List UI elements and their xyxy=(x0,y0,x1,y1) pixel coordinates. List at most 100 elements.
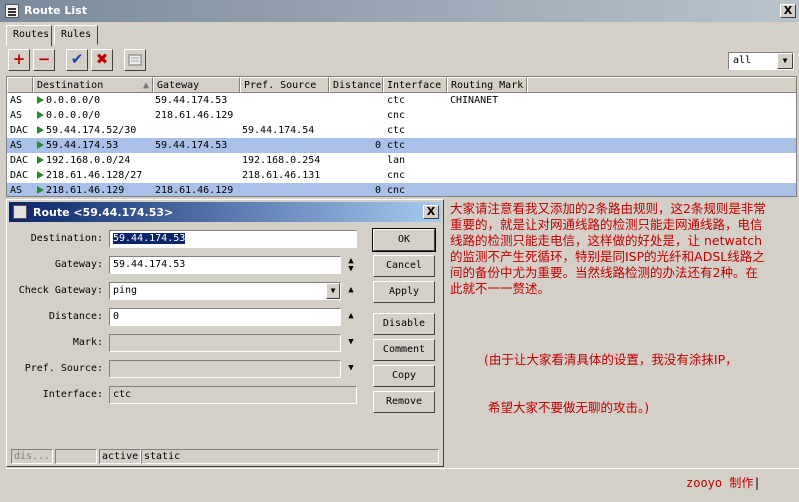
row-interface: lan xyxy=(387,155,406,166)
row-destination: 0.0.0.0/0 xyxy=(37,95,100,106)
tab-rules[interactable]: Rules xyxy=(54,25,98,45)
pref-source-input[interactable] xyxy=(109,360,341,378)
row-destination: 218.61.46.128/27 xyxy=(37,170,142,181)
annotation-line: 此就不一一赘述。 xyxy=(450,281,551,296)
comment-route-button[interactable]: Comment xyxy=(373,339,435,361)
destination-value: 59.44.174.53 xyxy=(113,233,186,244)
remove-route-button[interactable]: Remove xyxy=(373,391,435,413)
check-gateway-value: ping xyxy=(113,285,138,296)
text-cursor: | xyxy=(753,476,761,490)
route-active-icon xyxy=(37,111,44,119)
annotation-line: 大家请注意看我又添加的2条路由规则，这2条规则是非常 xyxy=(450,201,766,216)
route-active-icon xyxy=(37,126,44,134)
row-destination: 59.44.174.52/30 xyxy=(37,125,136,136)
annotation-line: 线路的检测只能走电信，这样做的好处是，让 netwatch xyxy=(450,233,763,248)
window-close-button[interactable]: X xyxy=(780,4,796,18)
mark-label: Mark: xyxy=(72,337,103,348)
row-interface: cnc xyxy=(387,170,406,181)
annotation-subline: (由于让大家看清具体的设置，我没有涂抹IP， xyxy=(484,352,738,367)
ok-button[interactable]: OK xyxy=(372,228,436,252)
filter-value: all xyxy=(733,55,752,66)
chevron-down-icon[interactable]: ▼ xyxy=(326,283,340,299)
annotation-line: 的监测不产生死循环，特别是同ISP的光纤和ADSL线路之 xyxy=(450,249,765,264)
filter-select[interactable]: all ▼ xyxy=(728,52,794,70)
disable-button[interactable]: ✖ xyxy=(91,49,113,71)
table-row[interactable]: AS 59.44.174.53 59.44.174.53 ctc 0 xyxy=(7,138,796,153)
row-destination-value: 218.61.46.129 xyxy=(46,185,125,196)
col-header-distance[interactable]: Distance xyxy=(329,77,383,93)
row-interface: cnc xyxy=(387,185,406,196)
cancel-button[interactable]: Cancel xyxy=(373,255,435,277)
annotation-line: 间的备份中尤为重要。当然线路检测的办法还有2种。在 xyxy=(450,265,758,280)
row-destination-value: 192.168.0.0/24 xyxy=(46,155,131,166)
row-routing-mark: CHINANET xyxy=(450,95,499,106)
row-gateway: 59.44.174.53 xyxy=(155,95,228,106)
status-static: static xyxy=(141,449,439,464)
annotation-line: 重要的，就是让对网通线路的检测只能走网通线路，电信 xyxy=(450,217,763,232)
annotation-subline: 希望大家不要做无聊的攻击。) xyxy=(484,400,650,415)
distance-collapse-icon[interactable]: ▲ xyxy=(345,312,357,321)
col-header-destination-label: Destination xyxy=(37,80,104,91)
interface-input[interactable]: ctc xyxy=(109,386,357,404)
apply-button[interactable]: Apply xyxy=(373,281,435,303)
route-active-icon xyxy=(37,141,44,149)
route-active-icon xyxy=(37,156,44,164)
table-row[interactable]: DAC 192.168.0.0/24 192.168.0.254 lan xyxy=(7,153,796,168)
row-destination: 0.0.0.0/0 xyxy=(37,110,100,121)
table-row[interactable]: DAC 59.44.174.52/30 59.44.174.54 ctc xyxy=(7,123,796,138)
table-row[interactable]: AS 0.0.0.0/0 218.61.46.129 cnc xyxy=(7,108,796,123)
comment-button[interactable] xyxy=(124,49,146,71)
comment-icon xyxy=(128,54,142,66)
row-destination-value: 59.44.174.53 xyxy=(46,140,119,151)
bottom-status-bar xyxy=(6,468,799,496)
gateway-updown-icon[interactable]: ▲ ▼ xyxy=(345,257,357,274)
col-header-routing-mark[interactable]: Routing Mark xyxy=(447,77,527,93)
mark-input[interactable] xyxy=(109,334,341,352)
distance-input[interactable]: 0 xyxy=(109,308,341,326)
mark-expand-icon[interactable]: ▼ xyxy=(345,338,357,347)
destination-input[interactable]: 59.44.174.53 xyxy=(109,230,357,248)
enable-button[interactable]: ✔ xyxy=(66,49,88,71)
route-active-icon xyxy=(37,171,44,179)
pref-source-label: Pref. Source: xyxy=(24,363,103,374)
remove-button[interactable]: − xyxy=(33,49,55,71)
gateway-input[interactable]: 59.44.174.53 xyxy=(109,256,341,274)
pref-source-expand-icon[interactable]: ▼ xyxy=(345,364,357,373)
col-header-blank xyxy=(527,77,796,93)
tab-routes[interactable]: Routes xyxy=(6,25,52,46)
toolbar: + − ✔ ✖ xyxy=(6,46,799,74)
row-flags: DAC xyxy=(10,125,29,136)
disable-route-button[interactable]: Disable xyxy=(373,313,435,335)
window-title: Route List xyxy=(24,4,87,17)
row-interface: ctc xyxy=(387,140,406,151)
col-header-gateway[interactable]: Gateway xyxy=(153,77,240,93)
add-button[interactable]: + xyxy=(8,49,30,71)
table-row[interactable]: AS 0.0.0.0/0 59.44.174.53 ctc CHINANET xyxy=(7,93,796,108)
dialog-close-button[interactable]: X xyxy=(423,205,439,219)
row-destination-value: 0.0.0.0/0 xyxy=(46,110,101,121)
destination-label: Destination: xyxy=(30,233,103,244)
row-pref-source: 59.44.174.54 xyxy=(242,125,315,136)
row-destination: 218.61.46.129 xyxy=(37,185,124,196)
check-gateway-collapse-icon[interactable]: ▲ xyxy=(345,286,357,295)
row-pref-source: 192.168.0.254 xyxy=(242,155,321,166)
row-gateway: 218.61.46.129 xyxy=(155,185,234,196)
row-flags: AS xyxy=(10,140,23,151)
row-gateway: 59.44.174.53 xyxy=(155,140,228,151)
chevron-down-icon[interactable]: ▼ xyxy=(777,53,793,69)
copy-button[interactable]: Copy xyxy=(373,365,435,387)
row-destination: 192.168.0.0/24 xyxy=(37,155,130,166)
interface-label: Interface: xyxy=(42,389,103,400)
check-gateway-select[interactable]: ping ▼ xyxy=(109,282,341,300)
row-interface: ctc xyxy=(387,95,406,106)
table-row[interactable]: AS 218.61.46.129 218.61.46.129 cnc 0 xyxy=(7,183,796,196)
status-disabled: dis... xyxy=(11,449,53,464)
col-header-pref-source[interactable]: Pref. Source xyxy=(240,77,329,93)
window-titlebar: Route List X xyxy=(0,0,799,22)
row-interface: ctc xyxy=(387,125,406,136)
col-header-destination[interactable]: Destination ▲ xyxy=(33,77,153,93)
table-row[interactable]: DAC 218.61.46.128/27 218.61.46.131 cnc xyxy=(7,168,796,183)
col-header-flags[interactable] xyxy=(7,77,33,93)
row-distance: 0 xyxy=(374,140,381,151)
col-header-interface[interactable]: Interface xyxy=(383,77,447,93)
